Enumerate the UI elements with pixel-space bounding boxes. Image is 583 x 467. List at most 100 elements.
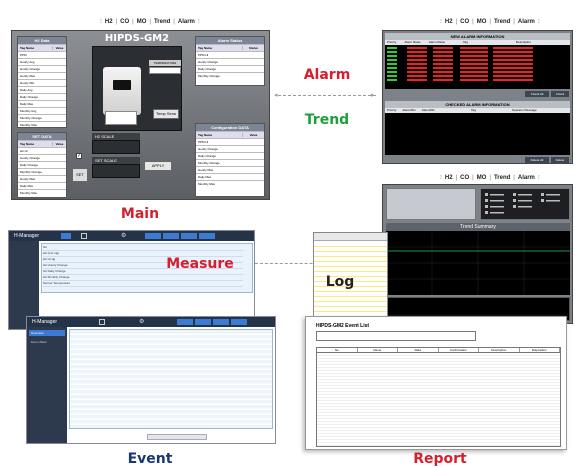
table-row: H2 Hi	[18, 147, 66, 154]
check-button[interactable]: Check	[551, 91, 569, 97]
measure-screen: H-Manager ⚙ H2 H2 (Cor sig) H2 Hi sig H2 Ho…	[8, 230, 255, 330]
row-label: Daily Change	[198, 67, 217, 71]
table-row: PPM	[18, 51, 66, 58]
tab-c[interactable]	[181, 233, 197, 239]
caption-alarm: Alarm	[303, 67, 351, 83]
report-header-box	[316, 331, 476, 341]
h2-data-table: H2 Data Tag Name Value PPM Hourly Avg Hourl…	[17, 36, 67, 128]
event-sidebar: Overview Event Alarm	[27, 327, 67, 443]
nav-alarm[interactable]: Alarm	[518, 175, 535, 181]
row-label: Hourly Min	[20, 81, 35, 85]
set-data-title: SET DATA	[18, 133, 66, 140]
col-status: Status	[242, 46, 264, 50]
event-titlebar: H-Manager ⚙	[27, 317, 275, 327]
delete-button[interactable]: Delete	[551, 157, 569, 163]
tab-d[interactable]	[199, 233, 215, 239]
legend-graphic	[485, 193, 560, 214]
table-row: Hourly Change	[18, 65, 66, 72]
table-row: Daily Change	[18, 161, 66, 168]
tab-b[interactable]	[163, 233, 179, 239]
caption-main: Main	[120, 206, 160, 222]
nav-mo[interactable]: MO	[477, 19, 487, 25]
alarm-status-table: Alarm Status Tag Name Status PPM Hi Hourly…	[195, 36, 265, 86]
report-col-header: No	[317, 348, 358, 352]
set-scale-bar: SET SCALE	[92, 157, 140, 164]
trend-nav: ⁝ H2 | CO | MO | Trend | Alarm ⁝	[440, 174, 540, 182]
alarm-arrow	[278, 95, 376, 96]
trend-screen: Trend Summary	[382, 184, 573, 324]
row-label: Hourly Avg	[20, 60, 35, 64]
device-panel: TEMPERATURE Temp Sens	[92, 46, 182, 131]
report-col-header: Disposition	[520, 348, 560, 352]
set-button[interactable]: SET	[72, 168, 88, 182]
report-title: HIPDS-GM2 Event List	[316, 323, 370, 329]
tab-c[interactable]	[213, 319, 229, 325]
nav-mo[interactable]: MO	[137, 19, 147, 25]
temperature-value	[149, 67, 181, 74]
row-label: Hourly Change	[198, 147, 219, 151]
nav-alarm[interactable]: Alarm	[178, 19, 195, 25]
row-label: Daily Change	[20, 95, 39, 99]
log-header	[314, 233, 387, 241]
temp-sens-button[interactable]: Temp Sens	[153, 109, 179, 119]
nav-trend[interactable]: Trend	[494, 19, 510, 25]
alarm-rows-graphic	[387, 47, 533, 81]
sidebar-item-event-alarm[interactable]: Event Alarm	[29, 339, 65, 345]
row-label: Hourly Max	[198, 168, 214, 172]
table-row: Monthly Change	[18, 168, 66, 175]
row-label: Hourly Max	[20, 74, 36, 78]
caption-report: Report	[413, 451, 467, 467]
nav-trend[interactable]: Trend	[494, 175, 510, 181]
col-value: Value	[52, 142, 66, 146]
gear-icon[interactable]: ⚙	[139, 318, 144, 325]
table-row: Hourly Change	[196, 58, 264, 65]
home-icon[interactable]	[81, 233, 87, 239]
row-label: Hourly Change	[20, 156, 41, 160]
table-row: Daily Change	[196, 152, 264, 159]
checked-alarm-title: CHECKED ALARM INFORMATION	[385, 101, 570, 108]
nav-h2[interactable]: H2	[445, 19, 453, 25]
col-value: Value	[242, 133, 264, 137]
tab-a[interactable]	[177, 319, 193, 325]
report-col-header: Data	[398, 348, 439, 352]
table-row: PPM Hi	[196, 51, 264, 58]
apply-button[interactable]: APPLY	[144, 161, 172, 171]
trend-chart	[386, 231, 570, 295]
tab-active[interactable]	[61, 233, 71, 239]
tab-d[interactable]	[231, 319, 247, 325]
tab-b[interactable]	[195, 319, 211, 325]
col-tag: Tag Name	[198, 133, 213, 137]
measure-titlebar: H-Manager ⚙	[9, 231, 254, 241]
nav-alarm[interactable]: Alarm	[518, 19, 535, 25]
nav-mo[interactable]: MO	[477, 175, 487, 181]
nav-co[interactable]: CO	[120, 19, 129, 25]
nav-co[interactable]: CO	[460, 19, 469, 25]
row-label: H2 Hi	[20, 149, 28, 153]
table-row: Daily Change	[18, 93, 66, 100]
home-icon[interactable]	[99, 319, 105, 325]
table-row: Daily Change	[196, 65, 264, 72]
row-label: Hourly Max	[20, 177, 36, 181]
col-value: Value	[52, 46, 66, 50]
row-label: PPM	[20, 53, 27, 57]
table-row: Daily Max	[18, 182, 66, 189]
trend-controls	[386, 188, 476, 220]
check-all-button[interactable]: Check All	[525, 91, 549, 97]
delete-all-button[interactable]: Delete All	[525, 157, 549, 163]
sidebar-item-overview[interactable]: Overview	[29, 330, 65, 336]
tab-a[interactable]	[145, 233, 161, 239]
row-label: Monthly Max	[20, 123, 38, 127]
nav-trend[interactable]: Trend	[154, 19, 170, 25]
report-rows	[316, 353, 561, 447]
main-screen: H2 Data Tag Name Value PPM Hourly Avg Hourl…	[11, 30, 270, 200]
device-image	[103, 67, 141, 115]
nav-h2[interactable]: H2	[105, 19, 113, 25]
event-pager[interactable]	[147, 434, 207, 440]
nav-h2[interactable]: H2	[445, 175, 453, 181]
gear-icon[interactable]: ⚙	[121, 232, 126, 239]
set-scale-box	[92, 164, 140, 178]
nav-co[interactable]: CO	[460, 175, 469, 181]
table-row: Hourly Min	[18, 79, 66, 86]
set-checkbox[interactable]: ✓	[76, 153, 82, 159]
trend-legend	[480, 188, 570, 220]
